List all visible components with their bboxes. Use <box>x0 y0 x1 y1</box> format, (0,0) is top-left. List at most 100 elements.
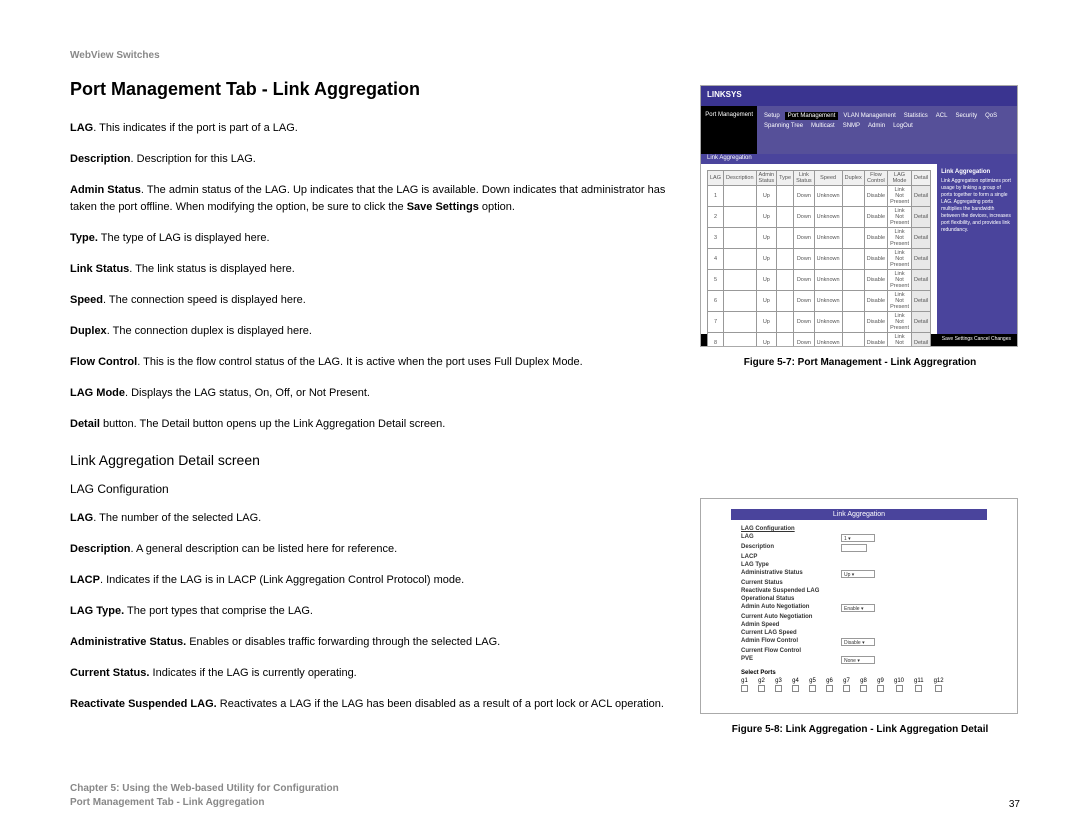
subhead-lag-config: LAG Configuration <box>70 482 670 496</box>
save-close-button[interactable]: Save & Close <box>836 713 881 714</box>
table-cell <box>724 291 757 312</box>
table-cell <box>842 207 864 228</box>
nav-tab[interactable]: QoS <box>982 112 1000 120</box>
table-cell: Link Not Present <box>888 333 912 348</box>
port-checkbox[interactable] <box>792 685 799 692</box>
port-checkbox[interactable] <box>809 685 816 692</box>
table-cell: Up <box>756 207 777 228</box>
table-cell <box>842 333 864 348</box>
table-row: 2UpDownUnknownDisableLink Not PresentDet… <box>708 207 931 228</box>
port-checkbox[interactable] <box>877 685 884 692</box>
figure-2-caption: Figure 5-8: Link Aggregation - Link Aggr… <box>700 724 1020 735</box>
table-cell <box>777 186 794 207</box>
nav-tab[interactable]: LogOut <box>890 122 916 130</box>
port-checkbox[interactable] <box>741 685 748 692</box>
detail-button[interactable]: Detail <box>912 207 931 228</box>
port-label: g1 <box>741 678 748 684</box>
nav-tab[interactable]: SNMP <box>840 122 863 130</box>
nav-tab[interactable]: VLAN Management <box>840 112 898 120</box>
table-cell: Disable <box>864 249 887 270</box>
select-input[interactable]: 1 ▾ <box>841 534 875 542</box>
port-checkbox[interactable] <box>758 685 765 692</box>
port-checkbox[interactable] <box>935 685 942 692</box>
port-label: g7 <box>843 678 850 684</box>
nav-tab[interactable]: Admin <box>865 122 888 130</box>
table-header-cell: LAG <box>708 171 724 186</box>
select-input[interactable]: Disable ▾ <box>841 638 875 646</box>
help-panel: Link Aggregation Link Aggregation optimi… <box>937 164 1017 334</box>
help-text: Link Aggregation optimizes port usage by… <box>941 178 1013 234</box>
nav-tab[interactable]: Multicast <box>808 122 838 130</box>
table-cell: Down <box>794 249 815 270</box>
table-header-cell: Description <box>724 171 757 186</box>
figure-2: Link Aggregation LAG Configuration LAG1 … <box>700 498 1018 714</box>
nav-tab[interactable]: Setup <box>761 112 783 120</box>
table-cell: Down <box>794 312 815 333</box>
table-cell: Unknown <box>814 270 842 291</box>
table-cell: 3 <box>708 228 724 249</box>
table-header-cell: Flow Control <box>864 171 887 186</box>
table-row: 6UpDownUnknownDisableLink Not PresentDet… <box>708 291 931 312</box>
form-row: LACP <box>741 554 977 560</box>
form-label: Admin Flow Control <box>741 638 841 646</box>
table-row: 4UpDownUnknownDisableLink Not PresentDet… <box>708 249 931 270</box>
port-label: g5 <box>809 678 816 684</box>
form-row: PVENone ▾ <box>741 656 977 664</box>
port-checkbox[interactable] <box>843 685 850 692</box>
definition-paragraph: Description. Description for this LAG. <box>70 151 670 168</box>
table-cell: Link Not Present <box>888 207 912 228</box>
table-cell: 7 <box>708 312 724 333</box>
select-ports-label: Select Ports <box>741 670 977 676</box>
port-checkbox[interactable] <box>860 685 867 692</box>
table-cell <box>842 186 864 207</box>
table-cell: Unknown <box>814 228 842 249</box>
port-checkbox-group: g9 <box>877 678 884 692</box>
select-input[interactable]: None ▾ <box>841 656 875 664</box>
table-cell <box>724 333 757 348</box>
definition-paragraph: Type. The type of LAG is displayed here. <box>70 230 670 247</box>
save-button[interactable]: Save <box>809 713 834 714</box>
detail-button[interactable]: Detail <box>912 270 931 291</box>
detail-button[interactable]: Detail <box>912 291 931 312</box>
detail-button[interactable]: Detail <box>912 186 931 207</box>
nav-tab[interactable]: Spanning Tree <box>761 122 806 130</box>
figure-1: LINKSYS Port Management SetupPort Manage… <box>700 85 1018 347</box>
form-row: LAG Type <box>741 562 977 568</box>
table-cell: Down <box>794 270 815 291</box>
detail-button[interactable]: Detail <box>912 249 931 270</box>
form-row: Admin Speed <box>741 622 977 628</box>
nav-tab[interactable]: Security <box>952 112 980 120</box>
definition-paragraph: LACP. Indicates if the LAG is in LACP (L… <box>70 572 670 589</box>
definition-paragraph: Detail button. The Detail button opens u… <box>70 416 670 433</box>
nav-tab[interactable]: ACL <box>933 112 951 120</box>
table-cell <box>777 270 794 291</box>
port-label: g8 <box>860 678 867 684</box>
port-label: g9 <box>877 678 884 684</box>
table-cell: Unknown <box>814 291 842 312</box>
port-checkbox[interactable] <box>915 685 922 692</box>
nav-tab[interactable]: Statistics <box>901 112 931 120</box>
text-input[interactable] <box>841 544 867 552</box>
table-row: 1UpDownUnknownDisableLink Not PresentDet… <box>708 186 931 207</box>
port-checkbox[interactable] <box>775 685 782 692</box>
form-label: Current Flow Control <box>741 648 841 654</box>
detail-button[interactable]: Detail <box>912 312 931 333</box>
port-checkbox[interactable] <box>896 685 903 692</box>
nav-tab[interactable]: Port Management <box>785 112 839 120</box>
port-label: g6 <box>826 678 833 684</box>
table-cell: Up <box>756 291 777 312</box>
select-input[interactable]: Up ▾ <box>841 570 875 578</box>
table-cell: Unknown <box>814 333 842 348</box>
port-checkbox[interactable] <box>826 685 833 692</box>
table-row: 8UpDownUnknownDisableLink Not PresentDet… <box>708 333 931 348</box>
definition-paragraph: Flow Control. This is the flow control s… <box>70 354 670 371</box>
detail-button[interactable]: Detail <box>912 333 931 348</box>
table-cell <box>777 228 794 249</box>
table-cell <box>842 228 864 249</box>
close-button[interactable]: Close <box>883 713 909 714</box>
fig2-header: Link Aggregation <box>731 509 987 520</box>
detail-button[interactable]: Detail <box>912 228 931 249</box>
table-cell: Unknown <box>814 186 842 207</box>
table-cell: Up <box>756 228 777 249</box>
select-input[interactable]: Enable ▾ <box>841 604 875 612</box>
